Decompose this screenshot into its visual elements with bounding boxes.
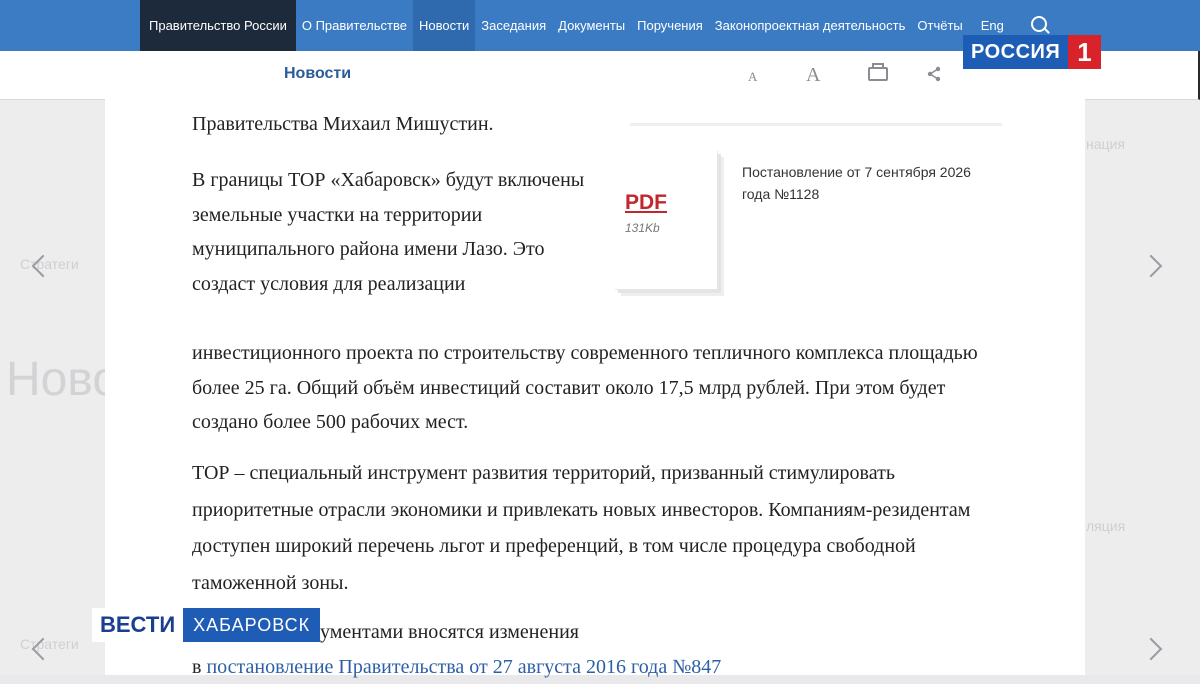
share-icon[interactable] bbox=[926, 66, 942, 82]
nav-item-legislation[interactable]: Законопроектная деятельность bbox=[709, 0, 912, 51]
article-paragraph-1: Правительства Михаил Мишустин. bbox=[192, 107, 494, 142]
document-title[interactable]: Постановление от 7 сентября 2026 года №1… bbox=[742, 161, 992, 205]
nav-item-documents[interactable]: Документы bbox=[552, 0, 631, 51]
article-paragraph-2: В границы ТОР «Хабаровск» будут включены… bbox=[192, 163, 602, 301]
nav-item-about[interactable]: О Правительстве bbox=[296, 0, 413, 51]
print-icon[interactable] bbox=[868, 67, 888, 81]
channel-logo: РОССИЯ 1 bbox=[963, 35, 1113, 69]
nav-item-government[interactable]: Правительство России bbox=[140, 0, 296, 51]
article-modal: Правительства Михаил Мишустин. В границы… bbox=[105, 99, 1085, 675]
article-paragraph-3: инвестиционного проекта по строительству… bbox=[192, 336, 1012, 440]
font-increase-button[interactable]: A bbox=[806, 64, 820, 87]
program-name: ВЕСТИ bbox=[92, 608, 183, 642]
next-arrow-icon[interactable] bbox=[1140, 255, 1163, 278]
nav-item-meetings[interactable]: Заседания bbox=[475, 0, 552, 51]
background-right-label: нация bbox=[1086, 136, 1125, 152]
region-name: ХАБАРОВСК bbox=[183, 608, 320, 642]
document-divider bbox=[630, 123, 1002, 126]
nav-item-reports[interactable]: Отчёты bbox=[911, 0, 968, 51]
channel-logo-text: РОССИЯ bbox=[963, 35, 1068, 69]
next-arrow-icon-2[interactable] bbox=[1140, 638, 1163, 661]
search-icon[interactable] bbox=[1031, 16, 1047, 32]
background-heading: Ново bbox=[6, 352, 119, 407]
background-right-label-2: ляция bbox=[1086, 518, 1125, 534]
article-link-prefix: в bbox=[192, 656, 206, 678]
decree-link[interactable]: постановление Правительства от 27 август… bbox=[206, 656, 721, 678]
article-paragraph-5-link-line: в постановление Правительства от 27 авгу… bbox=[192, 650, 892, 684]
nav-item-news[interactable]: Новости bbox=[413, 0, 475, 51]
pdf-file-size: 131Kb bbox=[625, 221, 660, 235]
nav-item-instructions[interactable]: Поручения bbox=[631, 0, 709, 51]
article-paragraph-4: ТОР – специальный инструмент развития те… bbox=[192, 455, 992, 601]
channel-logo-number: 1 bbox=[1068, 35, 1100, 69]
pdf-download-card[interactable]: PDF 131Kb bbox=[615, 151, 718, 290]
font-decrease-button[interactable]: A bbox=[748, 69, 757, 85]
news-lower-third: ВЕСТИ ХАБАРОВСК bbox=[92, 608, 320, 642]
section-title: Новости bbox=[284, 65, 351, 83]
pdf-icon[interactable]: PDF bbox=[625, 191, 667, 215]
